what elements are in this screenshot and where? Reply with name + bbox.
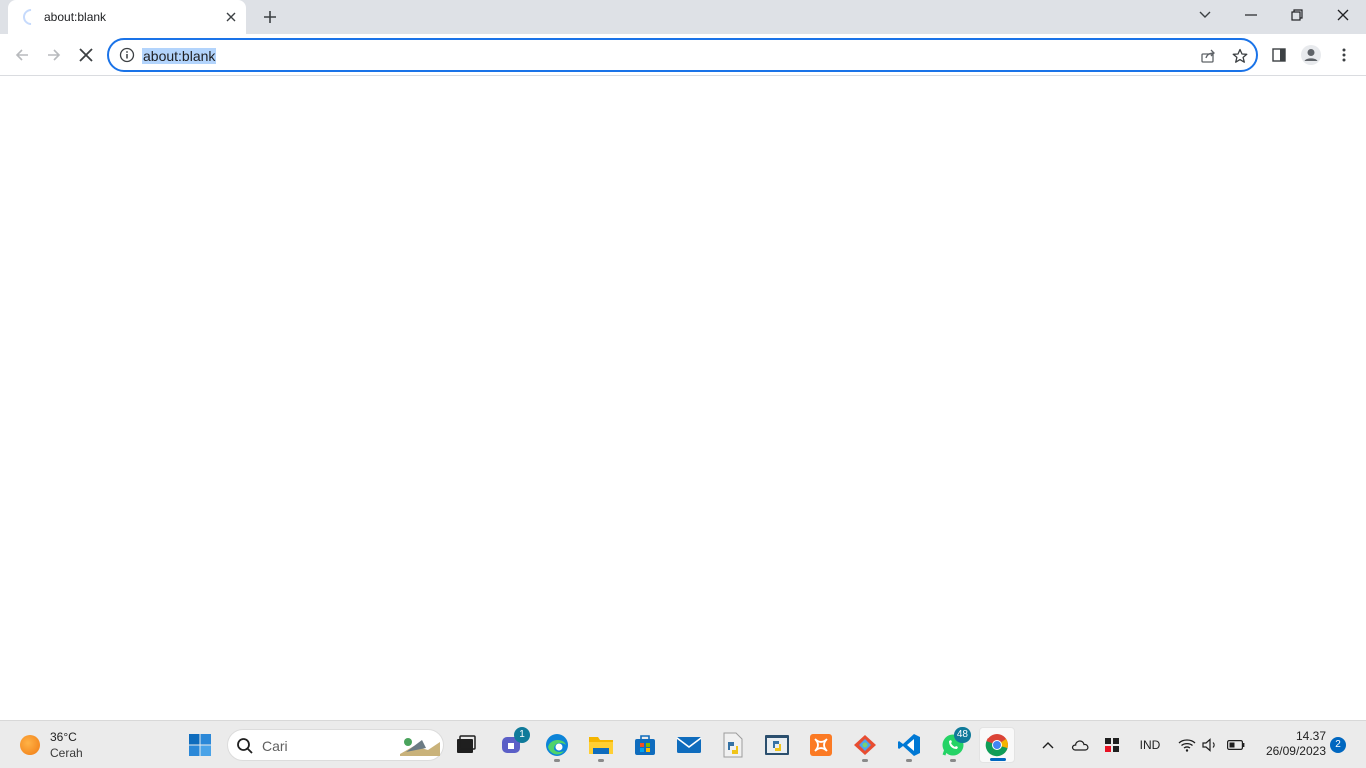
running-indicator <box>554 759 560 762</box>
taskbar-git[interactable] <box>847 727 883 763</box>
restore-button[interactable] <box>1274 0 1320 30</box>
network-button[interactable] <box>1176 733 1198 757</box>
profile-button[interactable] <box>1295 39 1327 71</box>
clock-date: 26/09/2023 <box>1265 744 1326 758</box>
python-idle-icon <box>765 735 789 755</box>
cloud-icon <box>1071 740 1089 751</box>
weather-condition: Cerah <box>50 746 83 760</box>
taskbar-teams[interactable]: 1 <box>494 727 530 763</box>
plus-icon <box>264 11 276 23</box>
battery-button[interactable] <box>1224 733 1248 757</box>
task-view-icon <box>457 735 476 753</box>
taskbar-task-view[interactable] <box>448 727 484 763</box>
battery-icon <box>1227 740 1245 750</box>
new-tab-button[interactable] <box>258 5 282 29</box>
windows-icon <box>189 734 211 756</box>
chevron-up-icon <box>1042 742 1054 749</box>
search-highlight-icon <box>400 738 440 756</box>
language-indicator[interactable]: IND <box>1134 733 1166 757</box>
taskbar-mail[interactable] <box>671 727 707 763</box>
minimize-button[interactable] <box>1228 0 1274 30</box>
python-file-icon <box>723 732 743 758</box>
taskbar-edge[interactable] <box>539 727 575 763</box>
restore-icon <box>1291 9 1303 21</box>
tray-app-icon <box>1105 738 1119 752</box>
git-icon <box>854 735 876 755</box>
clock[interactable]: 14.37 26/09/2023 <box>1258 729 1326 759</box>
close-icon <box>79 48 93 62</box>
menu-button[interactable] <box>1328 39 1360 71</box>
avatar-icon <box>1301 45 1321 65</box>
tab-close-button[interactable] <box>222 8 240 26</box>
loading-spinner-icon <box>19 5 43 29</box>
search-placeholder: Cari <box>262 738 288 754</box>
weather-widget[interactable]: 36°C Cerah <box>18 729 138 761</box>
tray-app-button[interactable] <box>1100 733 1124 757</box>
bookmark-button[interactable] <box>1229 45 1251 67</box>
xampp-icon <box>810 734 832 756</box>
running-indicator <box>950 759 956 762</box>
show-hidden-icons-button[interactable] <box>1038 733 1058 757</box>
star-icon <box>1232 48 1248 63</box>
info-icon <box>119 47 135 63</box>
onedrive-button[interactable] <box>1068 733 1092 757</box>
browser-toolbar: about:blank <box>0 34 1366 76</box>
tab-search-button[interactable] <box>1182 0 1228 30</box>
teams-badge: 1 <box>514 727 530 743</box>
vscode-icon <box>898 734 920 756</box>
close-icon <box>1337 9 1349 21</box>
tab-title: about:blank <box>44 10 107 24</box>
window-close-button[interactable] <box>1320 0 1366 30</box>
taskbar-vscode[interactable] <box>891 727 927 763</box>
browser-tab[interactable]: about:blank <box>8 0 246 34</box>
folder-icon <box>589 737 613 754</box>
back-button[interactable] <box>6 39 38 71</box>
wifi-icon <box>1178 739 1196 752</box>
chevron-down-icon <box>1199 11 1211 18</box>
minimize-icon <box>1245 14 1257 16</box>
taskbar-file-explorer[interactable] <box>583 727 619 763</box>
kebab-menu-icon <box>1342 48 1346 62</box>
side-panel-icon <box>1272 48 1286 62</box>
store-icon <box>635 735 655 755</box>
language-label: IND <box>1139 738 1161 752</box>
taskbar-chrome[interactable] <box>979 727 1015 763</box>
taskbar-search[interactable]: Cari <box>227 729 444 761</box>
address-input[interactable]: about:blank <box>142 48 217 64</box>
taskbar-xampp[interactable] <box>803 727 839 763</box>
side-panel-button[interactable] <box>1263 39 1295 71</box>
running-indicator <box>862 759 868 762</box>
running-indicator <box>990 758 1006 761</box>
notification-badge[interactable]: 2 <box>1330 737 1346 753</box>
taskbar-store[interactable] <box>627 727 663 763</box>
arrow-right-icon <box>48 49 61 61</box>
running-indicator <box>598 759 604 762</box>
search-icon <box>237 738 253 754</box>
sun-icon <box>20 735 40 755</box>
whatsapp-badge: 48 <box>953 727 971 743</box>
share-button[interactable] <box>1197 45 1219 67</box>
taskbar: 36°C Cerah Cari 1 48 IND 14.37 26/09/202… <box>0 720 1366 768</box>
edge-icon <box>546 734 568 756</box>
address-bar[interactable]: about:blank <box>107 38 1258 72</box>
forward-button[interactable] <box>38 39 70 71</box>
taskbar-python[interactable] <box>715 727 751 763</box>
volume-button[interactable] <box>1200 733 1220 757</box>
running-indicator <box>906 759 912 762</box>
mail-icon <box>676 737 702 753</box>
speaker-icon <box>1202 738 1215 752</box>
share-icon <box>1201 49 1215 63</box>
page-content <box>0 77 1366 720</box>
stop-loading-button[interactable] <box>70 39 102 71</box>
taskbar-python-idle[interactable] <box>759 727 795 763</box>
clock-time: 14.37 <box>1295 729 1326 743</box>
site-info-button[interactable] <box>119 47 135 63</box>
taskbar-whatsapp[interactable]: 48 <box>935 727 971 763</box>
tab-strip: about:blank <box>0 0 1366 34</box>
weather-temp: 36°C <box>50 730 77 744</box>
arrow-left-icon <box>15 49 28 61</box>
chrome-icon <box>985 734 1008 757</box>
close-icon <box>226 12 236 22</box>
start-button[interactable] <box>182 727 218 763</box>
